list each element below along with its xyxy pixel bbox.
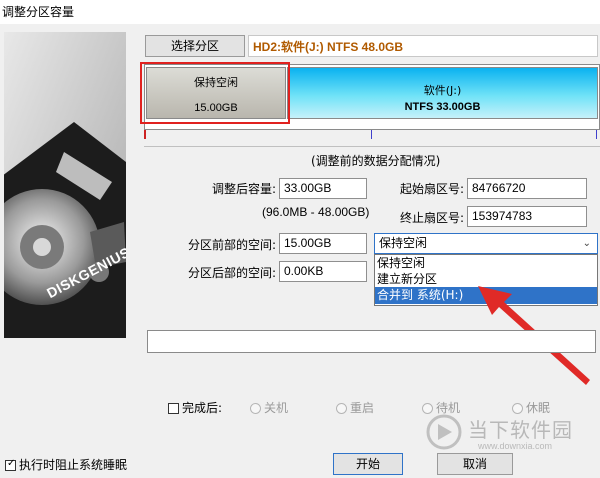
cancel-button-label: 取消 [462,457,487,471]
start-sector-label: 起始扇区号: [399,182,464,196]
prevent-sleep-label: 执行时阻止系统睡眠 [19,458,128,472]
radio-restart-label: 重启 [350,401,375,415]
watermark: 当下软件园 www.downxia.com [426,412,596,456]
watermark-url: www.downxia.com [478,441,553,451]
start-sector-input[interactable]: 84766720 [467,178,587,199]
window-title: 调整分区容量 [2,5,75,19]
partition-block-name: 软件(J:) [423,84,462,97]
after-done-checkbox-box[interactable] [168,403,179,414]
title-bar: 调整分区容量 [0,0,600,24]
partition-block-detail: NTFS 33.00GB [404,101,481,113]
end-sector-label: 终止扇区号: [399,211,464,225]
scale-marker-end [596,130,597,139]
radio-shutdown-label: 关机 [264,401,289,415]
disk-image-panel: DISKGENIUS [4,32,126,338]
partition-scale [144,130,600,147]
space-after-input[interactable]: 0.00KB [279,261,367,282]
dropdown-option-keep-free[interactable]: 保持空闲 [375,255,597,271]
space-before-label: 分区前部的空间: [187,238,276,252]
progress-bar [147,330,596,353]
highlight-box [140,62,290,124]
space-before-dropdown[interactable]: 保持空闲 ⌄ [374,233,598,254]
partition-block-j[interactable]: 软件(J:) NTFS 33.00GB [287,67,598,119]
chevron-down-icon[interactable]: ⌄ [583,234,591,253]
select-partition-label: 选择分区 [170,39,219,53]
watermark-name: 当下软件园 [468,418,573,442]
radio-circle[interactable] [250,403,261,414]
select-partition-button[interactable]: 选择分区 [145,35,245,57]
watermark-logo-icon [426,414,462,450]
radio-circle[interactable] [336,403,347,414]
start-button[interactable]: 开始 [333,453,403,475]
after-done-checkbox[interactable]: 完成后: [168,399,222,416]
size-after-label: 调整后容量: [211,182,276,196]
radio-shutdown[interactable]: 关机 [250,399,288,416]
prevent-sleep-check-box[interactable]: ✓ [5,458,16,471]
checkmark-icon: ✓ [7,458,16,469]
space-before-input[interactable]: 15.00GB [279,233,367,254]
size-after-input[interactable]: 33.00GB [279,178,367,199]
space-after-label: 分区后部的空间: [187,266,276,280]
scale-marker-mid [371,130,372,139]
cancel-button[interactable]: 取消 [437,453,513,475]
prevent-sleep-checkbox[interactable]: ✓ 执行时阻止系统睡眠 [5,456,127,473]
start-button-label: 开始 [355,457,380,471]
after-done-label: 完成后: [182,401,223,415]
size-range-text: (96.0MB - 48.00GB) [262,205,370,219]
radio-restart[interactable]: 重启 [336,399,374,416]
section-caption: (调整前的数据分配情况) [311,154,441,168]
dropdown-selected: 保持空闲 [379,236,428,250]
partition-info-field: HD2:软件(J:) NTFS 48.0GB [248,35,598,57]
scale-marker-start [144,130,146,139]
end-sector-input[interactable]: 153974783 [467,206,587,227]
